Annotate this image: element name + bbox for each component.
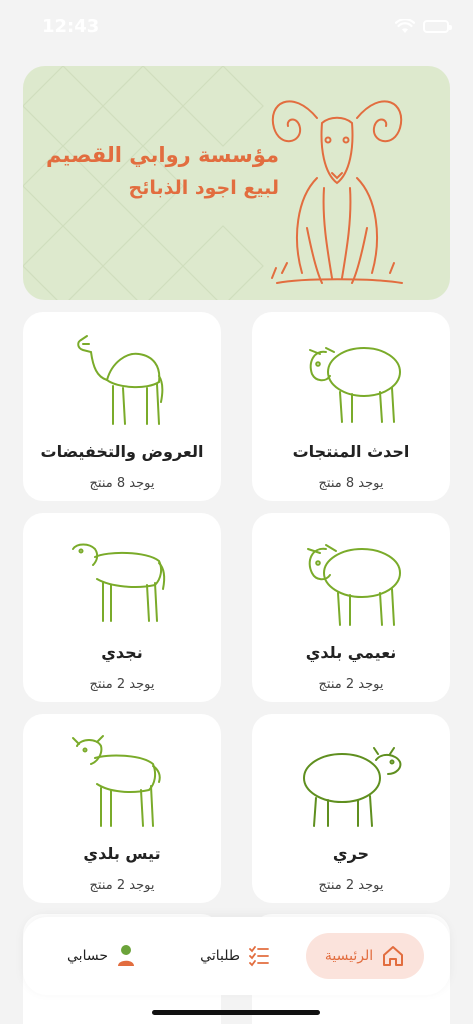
category-card-harri[interactable]: حري يوجد 2 منتج (252, 714, 450, 903)
category-card-local-goat[interactable]: تيس بلدي يوجد 2 منتج (23, 714, 221, 903)
status-icons (395, 18, 452, 34)
nav-orders[interactable]: طلباتي (200, 933, 270, 979)
user-icon (117, 945, 134, 966)
home-indicator (152, 1010, 320, 1015)
ram-illustration (271, 100, 403, 284)
category-title: العروض والتخفيضات (40, 442, 204, 461)
category-count: يوجد 8 منتج (318, 476, 384, 491)
bottom-nav: الرئيسية طلباتي حسابي (23, 917, 450, 995)
category-card-latest[interactable]: احدث المنتجات يوجد 8 منتج (252, 312, 450, 501)
nav-orders-label: طلباتي (200, 948, 240, 964)
sheep-icon (309, 347, 401, 423)
sheep-icon (307, 544, 401, 626)
sheep-icon (72, 543, 166, 622)
category-title: احدث المنتجات (292, 442, 410, 461)
status-bar: 12:43 (0, 0, 473, 52)
wifi-icon (395, 18, 415, 33)
promo-banner[interactable]: مؤسسة روابي القصيم لبيع اجود الذبائح (23, 66, 450, 300)
status-time: 12:43 (42, 15, 100, 37)
battery-icon (423, 19, 452, 33)
category-count: يوجد 2 منتج (318, 677, 384, 692)
category-title: حري (332, 844, 370, 863)
nav-home[interactable]: الرئيسية (306, 933, 424, 979)
category-count: يوجد 2 منتج (318, 878, 384, 893)
banner-text: مؤسسة روابي القصيم لبيع اجود الذبائح (43, 138, 279, 204)
category-count: يوجد 8 منتج (89, 476, 155, 491)
category-count: يوجد 2 منتج (89, 878, 155, 893)
checklist-icon (249, 946, 269, 967)
banner-title: مؤسسة روابي القصيم (46, 143, 279, 167)
goat-icon (72, 735, 161, 827)
nav-account-label: حسابي (67, 948, 108, 964)
category-title: نجدي (101, 643, 143, 662)
nav-account[interactable]: حسابي (67, 933, 136, 979)
category-card-najdi[interactable]: نجدي يوجد 2 منتج (23, 513, 221, 702)
home-icon (383, 946, 404, 966)
category-card-naimi[interactable]: نعيمي بلدي يوجد 2 منتج (252, 513, 450, 702)
banner-subtitle: لبيع اجود الذبائح (128, 177, 279, 199)
category-title: نعيمي بلدي (305, 643, 397, 662)
category-card-offers[interactable]: العروض والتخفيضات يوجد 8 منتج (23, 312, 221, 501)
camel-icon (77, 335, 164, 425)
category-count: يوجد 2 منتج (89, 677, 155, 692)
nav-home-label: الرئيسية (324, 948, 374, 964)
category-title: تيس بلدي (83, 844, 161, 863)
sheep-icon (303, 747, 402, 827)
